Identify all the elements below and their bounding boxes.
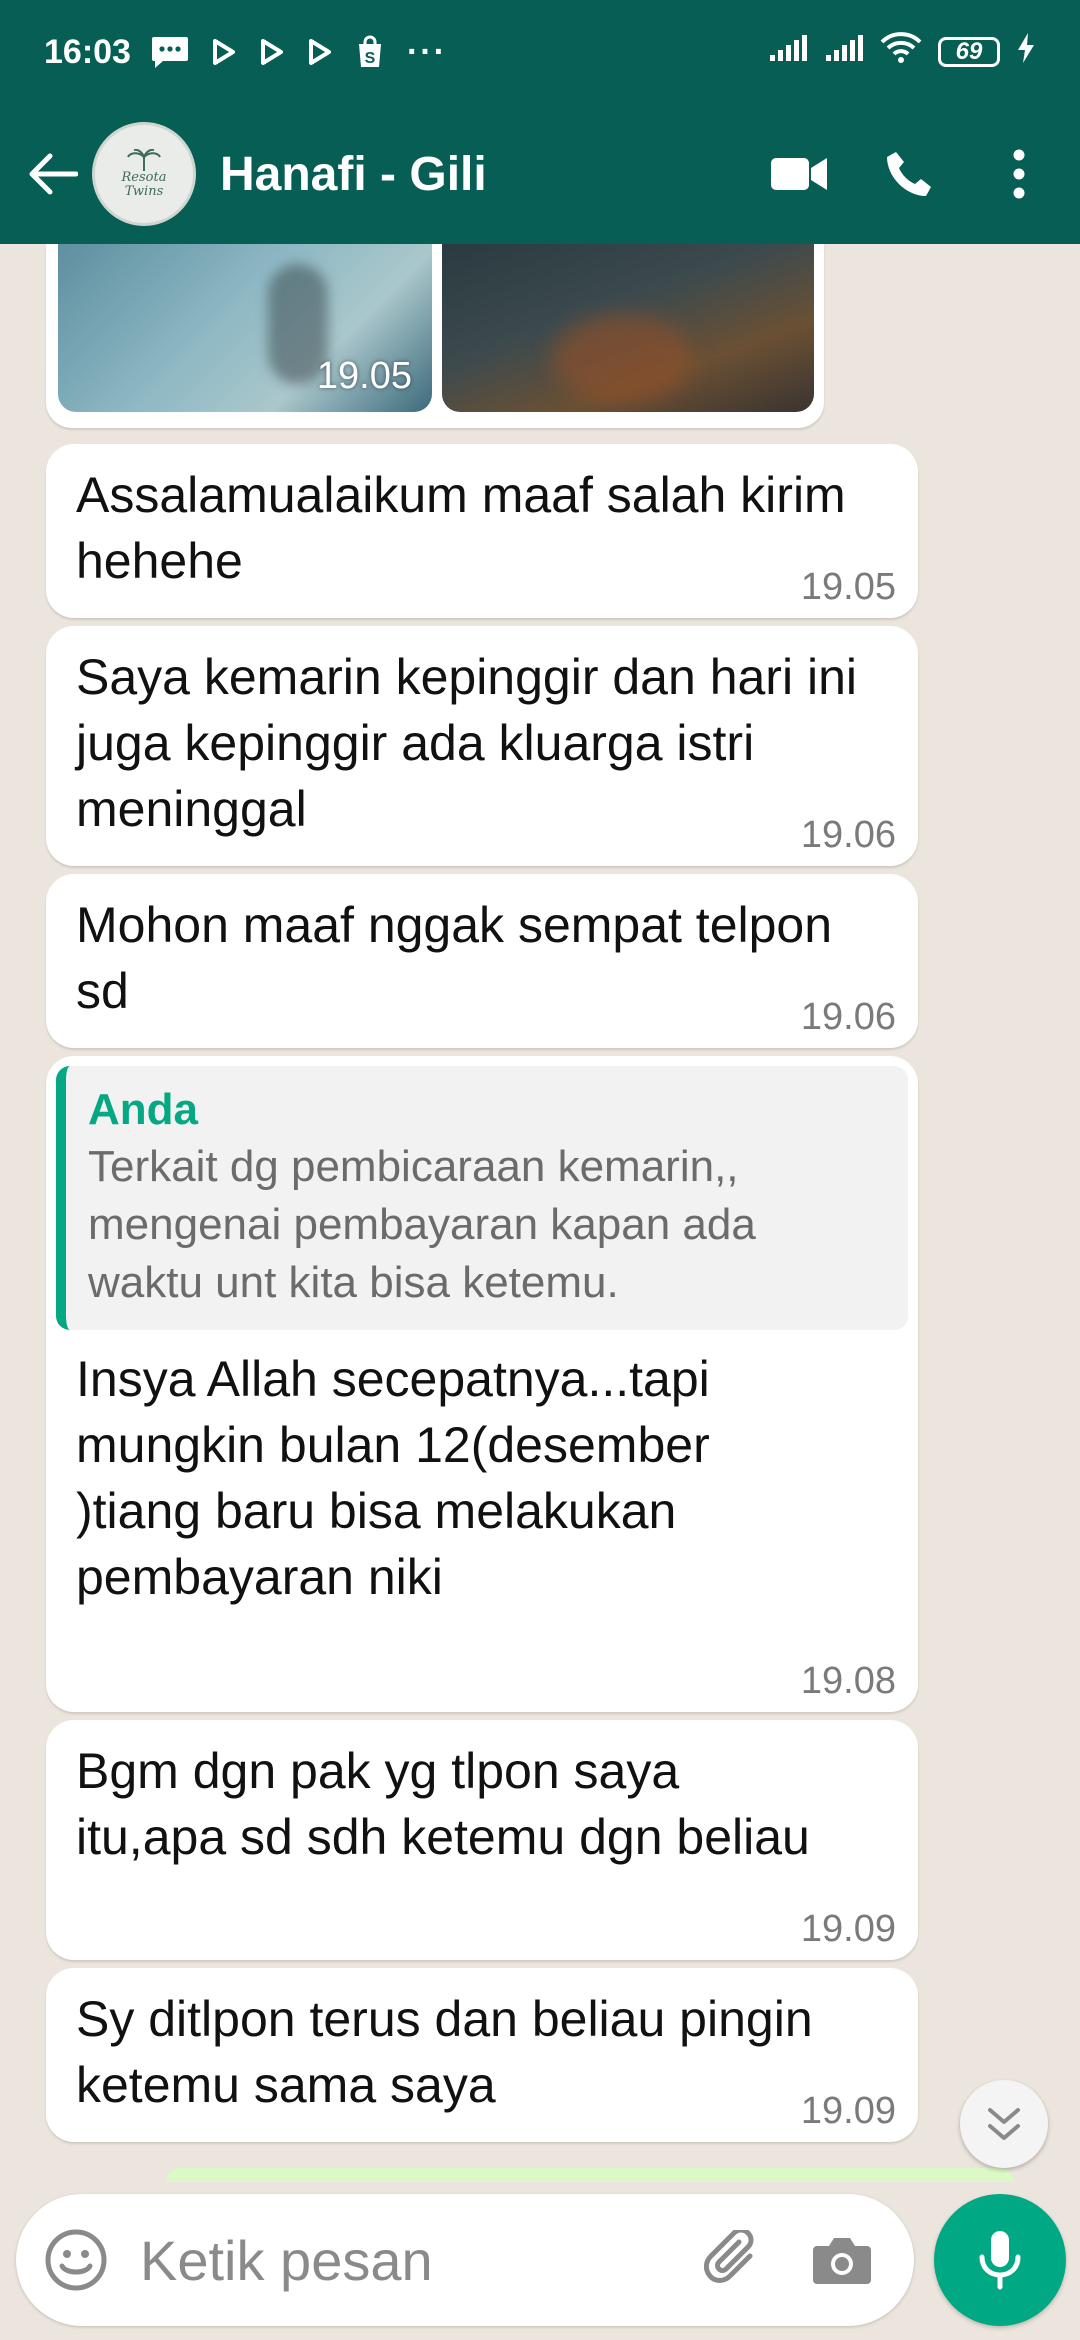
signal-icon (824, 33, 864, 72)
paperclip-icon (704, 2230, 754, 2283)
message-bubble[interactable]: Saya kemarin kepinggir dan hari ini juga… (46, 626, 918, 866)
message-time: 19.08 (800, 1660, 896, 1702)
phone-icon (887, 152, 931, 196)
battery-indicator: 69 (938, 37, 1000, 67)
signal-icon (768, 33, 808, 72)
message-text: Assalamualaikum maaf salah kirim hehehe (76, 467, 846, 589)
avatar-logo-text: Twins (124, 184, 164, 199)
status-bar: 16:03 S ··· 69 (0, 0, 1080, 104)
chat-messages[interactable]: 19.05 Assalamualaikum maaf salah kirim h… (0, 244, 1080, 2176)
more-vert-icon (1013, 149, 1025, 199)
message-text: Sy ditlpon terus dan beliau pingin ketem… (76, 1991, 813, 2113)
message-bubble[interactable]: Assalamualaikum maaf salah kirim hehehe … (46, 444, 918, 618)
avatar[interactable]: Resota Twins (92, 122, 196, 226)
double-chevron-down-icon (988, 2108, 1020, 2140)
message-bubble[interactable]: Mohon maaf nggak sempat telpon sd 19.06 (46, 874, 918, 1048)
quote-author: Anda (88, 1085, 198, 1134)
status-time: 16:03 (44, 32, 131, 71)
camera-icon (813, 2238, 871, 2284)
message-notification-icon (151, 35, 189, 69)
message-bubble[interactable]: Bgm dgn pak yg tlpon saya itu,apa sd sdh… (46, 1720, 918, 1960)
play-notification-icon (259, 38, 285, 66)
scroll-to-bottom-button[interactable] (960, 2080, 1048, 2168)
emoji-icon (45, 2229, 107, 2291)
back-button[interactable] (8, 129, 98, 219)
more-options-button[interactable] (964, 119, 1074, 229)
voice-record-button[interactable] (934, 2194, 1066, 2326)
video-call-button[interactable] (744, 119, 854, 229)
message-text: Mohon maaf nggak sempat telpon sd (76, 897, 833, 1019)
message-time: 19.06 (800, 814, 896, 856)
message-time: 19.05 (316, 355, 412, 397)
quoted-message[interactable]: Anda Terkait dg pembicaraan kemarin,, me… (56, 1066, 908, 1330)
notification-icons: S ··· (151, 33, 447, 72)
contact-name[interactable]: Hanafi - Gili (220, 147, 487, 202)
camera-button[interactable] (788, 2194, 896, 2326)
message-text: Insya Allah secepatnya...tapi mungkin bu… (76, 1351, 710, 1605)
image-thumbnail[interactable] (442, 244, 814, 412)
message-composer[interactable]: Ketik pesan (16, 2194, 914, 2326)
message-time: 19.09 (800, 1908, 896, 1950)
image-thumbnail[interactable]: 19.05 (58, 244, 432, 412)
palm-tree-logo-icon (127, 148, 161, 171)
message-bubble[interactable]: Sy ditlpon terus dan beliau pingin ketem… (46, 1968, 918, 2142)
more-notifications: ··· (406, 32, 447, 71)
avatar-logo-text: Resota (121, 169, 167, 185)
wifi-icon (880, 31, 922, 73)
system-icons: 69 (768, 31, 1036, 73)
video-call-icon (771, 158, 827, 190)
charging-icon (1016, 32, 1036, 73)
arrow-left-icon (29, 153, 78, 195)
quote-text: Terkait dg pembicaraan kemarin,, mengena… (88, 1142, 756, 1307)
message-input[interactable]: Ketik pesan (140, 2228, 433, 2293)
mic-icon (979, 2231, 1021, 2290)
media-message[interactable]: 19.05 (46, 244, 824, 428)
message-text: Bgm dgn pak yg tlpon saya itu,apa sd sdh… (76, 1743, 810, 1865)
message-time: 19.09 (800, 2090, 896, 2132)
attach-button[interactable] (680, 2194, 788, 2326)
message-time: 19.05 (800, 566, 896, 608)
outgoing-message-edge (166, 2168, 1014, 2182)
chat-toolbar: Resota Twins Hanafi - Gili (0, 104, 1080, 244)
app-header: 16:03 S ··· 69 Resota Twins Hanafi - Gil… (0, 0, 1080, 244)
message-text: Saya kemarin kepinggir dan hari ini juga… (76, 649, 857, 837)
voice-call-button[interactable] (854, 119, 964, 229)
play-notification-icon (307, 38, 333, 66)
message-time: 19.06 (800, 996, 896, 1038)
svg-text:S: S (365, 50, 376, 67)
shopping-bag-icon: S (355, 35, 385, 69)
emoji-button[interactable] (16, 2194, 136, 2326)
play-notification-icon (211, 38, 237, 66)
reply-message-bubble[interactable]: Anda Terkait dg pembicaraan kemarin,, me… (46, 1056, 918, 1712)
